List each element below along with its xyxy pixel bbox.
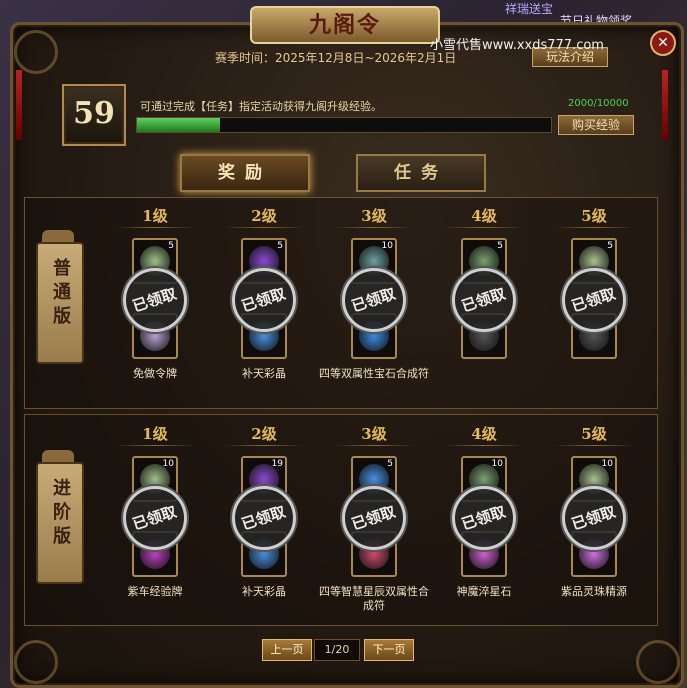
- exp-counter: 2000/10000: [568, 98, 629, 109]
- tier-badge-normal: 普通版: [36, 242, 84, 364]
- item-name: 四等双属性宝石合成符: [319, 367, 429, 380]
- claimed-stamp: 已领取: [123, 268, 187, 332]
- level-divider: [444, 445, 524, 446]
- level-label: 2级: [251, 207, 277, 225]
- item-count: 5: [607, 241, 613, 251]
- claimed-stamp: 已领取: [232, 486, 296, 550]
- prev-page-button[interactable]: 上一页: [262, 639, 312, 661]
- tab-tasks[interactable]: 任务: [356, 154, 486, 192]
- close-icon[interactable]: ✕: [650, 30, 676, 56]
- item-count: 5: [277, 241, 283, 251]
- level-label: 5级: [581, 425, 607, 443]
- left-tassel: [16, 70, 22, 140]
- level-divider: [224, 445, 304, 446]
- level-divider: [224, 227, 304, 228]
- item-name: 补天彩晶: [242, 367, 286, 380]
- progress-description: 可通过完成【任务】指定活动获得九阁升级经验。: [140, 100, 382, 113]
- level-divider: [334, 445, 414, 446]
- level-divider: [444, 227, 524, 228]
- exp-progress-fill: [137, 118, 220, 132]
- item-count: 5: [168, 241, 174, 251]
- item-name: 免做令牌: [133, 367, 177, 380]
- item-count: 10: [162, 459, 174, 469]
- level-label: 3级: [361, 425, 387, 443]
- item-count: 5: [387, 459, 393, 469]
- claimed-stamp: 已领取: [342, 268, 406, 332]
- claimed-stamp: 已领取: [232, 268, 296, 332]
- next-page-button[interactable]: 下一页: [364, 639, 414, 661]
- window-title: 九阁令: [250, 6, 440, 44]
- item-count: 10: [381, 241, 393, 251]
- level-label: 5级: [581, 207, 607, 225]
- item-count: 5: [497, 241, 503, 251]
- level-divider: [554, 227, 634, 228]
- season-time: 赛季时间：2025年12月8日~2026年2月1日: [215, 51, 457, 65]
- right-tassel: [662, 70, 668, 140]
- claimed-stamp: 已领取: [452, 486, 516, 550]
- level-label: 1级: [142, 207, 168, 225]
- item-name: 神魔淬星石: [456, 585, 512, 598]
- level-divider: [115, 227, 195, 228]
- claimed-stamp: 已领取: [123, 486, 187, 550]
- item-name: 紫品灵珠精源: [561, 585, 627, 598]
- item-count: 19: [271, 459, 283, 469]
- buy-exp-button[interactable]: 购买经验: [558, 115, 634, 135]
- tab-rewards[interactable]: 奖励: [180, 154, 310, 192]
- level-label: 3级: [361, 207, 387, 225]
- corner-ornament: [636, 640, 680, 684]
- level-badge: 59: [62, 84, 126, 146]
- level-divider: [334, 227, 414, 228]
- claimed-stamp: 已领取: [562, 268, 626, 332]
- claimed-stamp: 已领取: [452, 268, 516, 332]
- tier-badge-advanced: 进阶版: [36, 462, 84, 584]
- level-label: 2级: [251, 425, 277, 443]
- level-label: 4级: [471, 207, 497, 225]
- exp-progress-bar: [136, 117, 552, 133]
- item-count: 10: [601, 459, 613, 469]
- level-label: 4级: [471, 425, 497, 443]
- level-label: 1级: [142, 425, 168, 443]
- watermark-text: 小雪代售www.xxds777.com: [430, 38, 604, 53]
- item-name: 四等智慧星辰双属性合成符: [319, 585, 429, 612]
- claimed-stamp: 已领取: [562, 486, 626, 550]
- corner-ornament: [14, 30, 58, 74]
- corner-ornament: [14, 640, 58, 684]
- item-name: 紫车经验牌: [127, 585, 183, 598]
- item-name: 补天彩晶: [242, 585, 286, 598]
- item-count: 10: [491, 459, 503, 469]
- level-divider: [115, 445, 195, 446]
- level-divider: [554, 445, 634, 446]
- claimed-stamp: 已领取: [342, 486, 406, 550]
- page-indicator: 1/20: [314, 639, 360, 661]
- background-event-text: 祥瑞送宝: [505, 2, 554, 16]
